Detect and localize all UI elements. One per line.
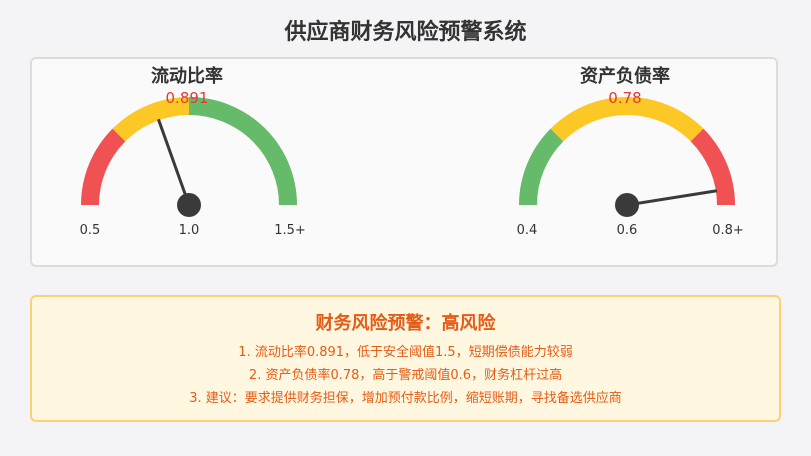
- gauge-needle-hub: [177, 193, 201, 217]
- warning-item: 2. 资产负债率0.78，高于警戒阈值0.6，财务杠杆过高: [248, 368, 563, 383]
- tick-label-max: 1.5+: [274, 223, 306, 238]
- gauge-needle: [626, 189, 718, 207]
- warning-item: 3. 建议：要求提供财务担保，增加预付款比例，缩短账期，寻找备选供应商: [189, 391, 622, 406]
- tick-label-min: 0.4: [516, 223, 538, 238]
- warning-list: 1. 流动比率0.891，低于安全阈值1.5，短期偿债能力较弱 2. 资产负债率…: [32, 341, 779, 410]
- gauge-zone-arc: [112, 97, 190, 142]
- tick-label-min: 0.5: [79, 223, 101, 238]
- gauge-zone-arc: [188, 97, 297, 206]
- gauge-title: 流动比率: [151, 66, 223, 87]
- gauge-zone-arc: [550, 97, 704, 142]
- risk-warning-panel: 财务风险预警：高风险 1. 流动比率0.891，低于安全阈值1.5，短期偿债能力…: [30, 295, 781, 422]
- tick-label-mid: 1.0: [178, 223, 200, 238]
- gauge-needle-hub: [615, 193, 639, 217]
- gauge-value: 0.891: [165, 89, 209, 107]
- tick-label-max: 0.8+: [712, 223, 744, 238]
- warning-item: 1. 流动比率0.891，低于安全阈值1.5，短期偿债能力较弱: [238, 345, 573, 360]
- debt-ratio-gauge: 资产负债率 0.78 0.4 0.6 0.8+: [495, 59, 755, 265]
- tick-label-mid: 0.6: [616, 223, 638, 238]
- gauge-zone-arc: [81, 128, 126, 206]
- gauge-title: 资产负债率: [580, 66, 670, 87]
- gauge-panel: 流动比率 0.891 0.5 1.0 1.5+ 资产负债率 0.78 0.4 0…: [30, 57, 778, 267]
- gauge-zone-arc: [519, 128, 564, 206]
- current-ratio-gauge: 流动比率 0.891 0.5 1.0 1.5+: [57, 59, 317, 265]
- gauge-needle: [157, 118, 191, 206]
- gauge-value: 0.78: [608, 89, 642, 107]
- warning-title: 财务风险预警：高风险: [315, 313, 496, 334]
- page-title: 供应商财务风险预警系统: [284, 20, 527, 45]
